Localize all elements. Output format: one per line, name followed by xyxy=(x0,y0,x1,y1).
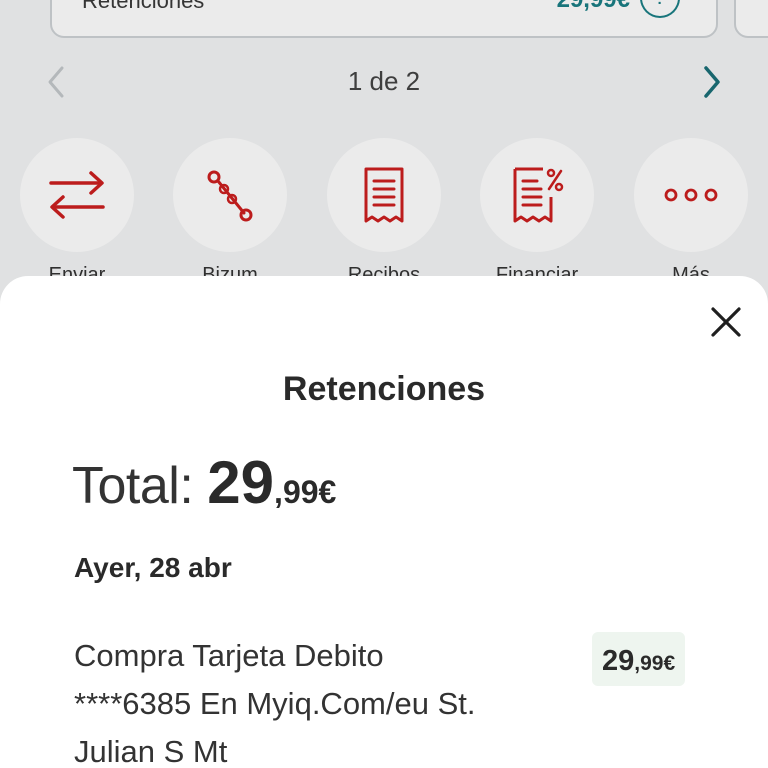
movement-amount-badge: 29,99€ xyxy=(592,632,686,686)
close-button[interactable] xyxy=(702,298,750,346)
movement-item[interactable]: Compra Tarjeta Debito ****6385 En Myiq.C… xyxy=(74,632,694,768)
close-icon xyxy=(711,307,741,337)
total-amount: Total: 29,99€ xyxy=(72,448,336,528)
total-decimal: ,99€ xyxy=(274,474,337,510)
movement-amount-integer: 29 xyxy=(602,645,635,677)
total-integer: 29 xyxy=(207,449,275,516)
date-header: Ayer, 28 abr xyxy=(74,552,232,583)
total-label: Total: xyxy=(72,457,194,515)
movement-amount-decimal: ,99€ xyxy=(634,652,676,675)
retentions-bottom-sheet: Retenciones Total: 29,99€ Ayer, 28 abr Co… xyxy=(0,276,768,768)
sheet-title: Retenciones xyxy=(282,370,486,408)
movement-description: Compra Tarjeta Debito ****6385 En Myiq.C… xyxy=(74,638,476,768)
